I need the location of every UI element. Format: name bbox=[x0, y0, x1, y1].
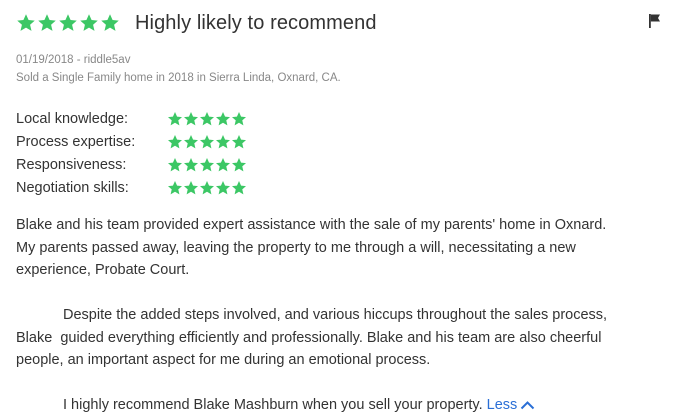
star-icon bbox=[216, 134, 230, 148]
star-icon bbox=[216, 180, 230, 194]
rating-stars bbox=[167, 134, 247, 150]
star-icon bbox=[216, 157, 230, 171]
review-body: Blake and his team provided expert assis… bbox=[16, 214, 681, 417]
star-icon bbox=[184, 111, 198, 125]
review-paragraph-3-row: I highly recommend Blake Mashburn when y… bbox=[16, 394, 681, 417]
star-icon bbox=[200, 180, 214, 194]
star-icon bbox=[168, 180, 182, 194]
star-icon bbox=[232, 157, 246, 171]
rating-row-process-expertise: Process expertise: bbox=[16, 130, 247, 153]
review-card: Highly likely to recommend 01/19/2018 - … bbox=[0, 0, 687, 415]
star-icon bbox=[168, 157, 182, 171]
rating-label: Local knowledge: bbox=[16, 110, 129, 127]
star-icon bbox=[184, 180, 198, 194]
star-icon bbox=[17, 14, 35, 31]
star-icon bbox=[168, 111, 182, 125]
review-paragraph-2-line-2: Blake guided everything efficiently and … bbox=[16, 329, 602, 346]
star-icon bbox=[232, 111, 246, 125]
review-date-user: 01/19/2018 - riddle5av bbox=[16, 54, 131, 66]
overall-rating-stars bbox=[16, 13, 120, 33]
star-icon bbox=[184, 134, 198, 148]
rating-row-responsiveness: Responsiveness: bbox=[16, 153, 247, 176]
star-icon bbox=[59, 14, 77, 31]
review-paragraph-1-line-2: My parents passed away, leaving the prop… bbox=[16, 239, 576, 256]
review-paragraph-1-line-3: experience, Probate Court. bbox=[16, 262, 190, 278]
rating-label: Process expertise: bbox=[16, 133, 136, 150]
star-icon bbox=[101, 14, 119, 31]
star-icon bbox=[200, 134, 214, 148]
star-icon bbox=[38, 14, 56, 31]
chevron-up-icon bbox=[521, 401, 535, 410]
star-icon bbox=[216, 111, 230, 125]
transaction-info: Sold a Single Family home in 2018 in Sie… bbox=[16, 72, 341, 84]
rating-stars bbox=[167, 157, 247, 173]
rating-stars bbox=[167, 180, 247, 196]
less-link[interactable]: Less bbox=[487, 397, 536, 413]
star-icon bbox=[184, 157, 198, 171]
sub-ratings: Local knowledge: Process expertise: Resp… bbox=[16, 107, 247, 199]
less-label: Less bbox=[486, 397, 518, 413]
star-icon bbox=[168, 134, 182, 148]
review-paragraph-3: I highly recommend Blake Mashburn when y… bbox=[63, 397, 483, 413]
star-icon bbox=[200, 157, 214, 171]
flag-icon[interactable] bbox=[646, 12, 664, 30]
star-icon bbox=[232, 134, 246, 148]
review-header: Highly likely to recommend bbox=[16, 9, 377, 37]
star-icon bbox=[232, 180, 246, 194]
star-icon bbox=[200, 111, 214, 125]
review-paragraph-2-line-1: Despite the added steps involved, and va… bbox=[63, 307, 608, 323]
rating-label: Negotiation skills: bbox=[16, 179, 129, 196]
review-title: Highly likely to recommend bbox=[135, 11, 377, 34]
star-icon bbox=[80, 14, 98, 31]
rating-stars bbox=[167, 111, 247, 127]
rating-row-negotiation-skills: Negotiation skills: bbox=[16, 176, 247, 199]
rating-row-local-knowledge: Local knowledge: bbox=[16, 107, 247, 130]
rating-label: Responsiveness: bbox=[16, 156, 127, 173]
review-paragraph-1-line-1: Blake and his team provided expert assis… bbox=[16, 217, 607, 233]
review-paragraph-2-line-3: people, an important aspect for me durin… bbox=[16, 352, 431, 368]
